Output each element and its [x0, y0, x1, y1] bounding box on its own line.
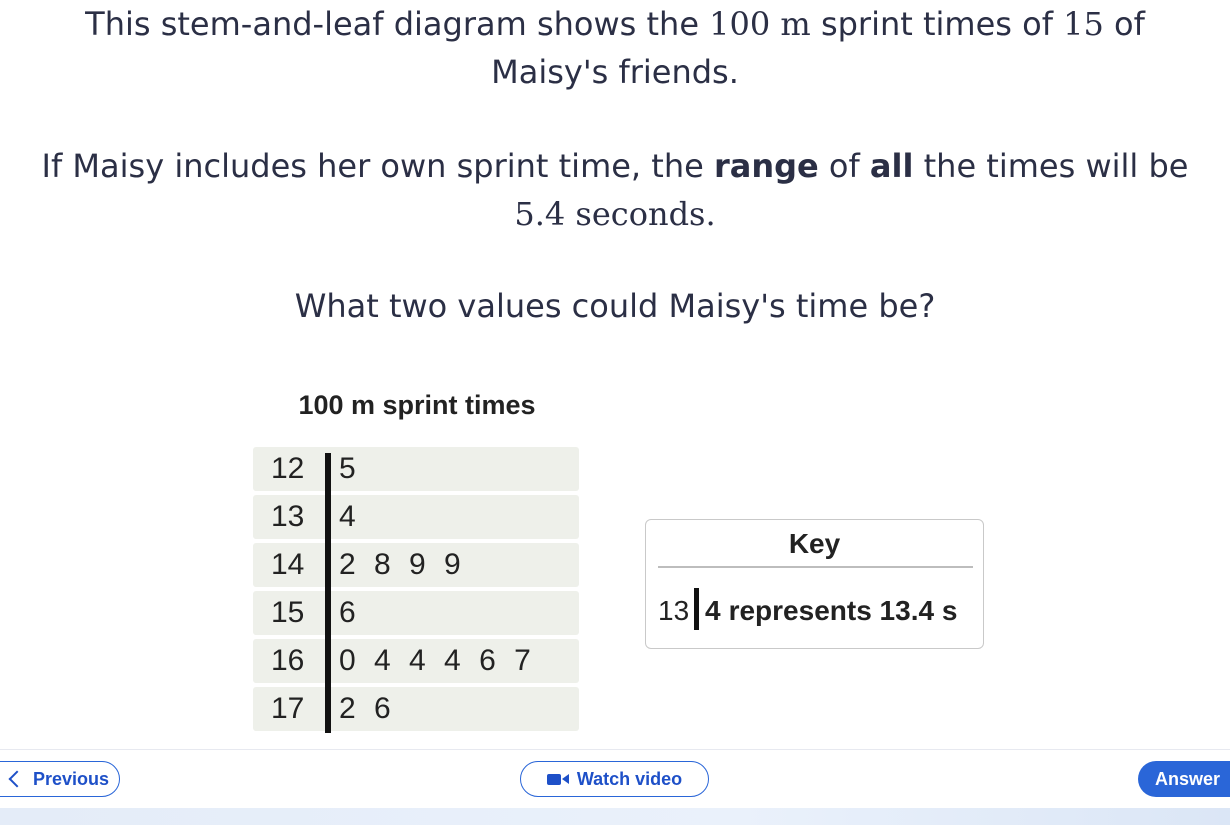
- question-text: of: [1103, 5, 1145, 43]
- answer-button[interactable]: Answer: [1138, 761, 1230, 797]
- question-paragraph-1: This stem-and-leaf diagram shows the 100…: [0, 0, 1230, 96]
- leaf-values: 2 6: [339, 692, 396, 725]
- stem-leaf-row: 13 4: [253, 495, 579, 539]
- key-text: represents 13.4 s: [728, 595, 958, 626]
- stem-value: 16: [271, 644, 305, 677]
- question-paragraph-3: What two values could Maisy's time be?: [294, 287, 936, 325]
- stem-leaf-row: 17 2 6: [253, 687, 579, 731]
- leaf-values: 2 8 9 9: [339, 548, 466, 581]
- watch-video-button[interactable]: Watch video: [520, 761, 709, 797]
- question-text: the times will be: [913, 147, 1189, 185]
- stem-leaf-title: 100 m sprint times: [298, 390, 536, 420]
- key-title: Key: [788, 528, 841, 559]
- stem-leaf-row: 16 0 4 4 4 6 7: [253, 639, 579, 683]
- question-text: This stem-and-leaf diagram shows the: [85, 5, 710, 43]
- math-distance: 100 m: [709, 5, 811, 43]
- key-bar: [694, 588, 699, 630]
- chevron-left-icon: [8, 770, 26, 788]
- key-example: 13 4 represents 13.4 s: [658, 588, 957, 630]
- previous-label: Previous: [32, 768, 110, 789]
- stem-leaf-divider: [325, 453, 331, 733]
- leaf-values: 0 4 4 4 6 7: [339, 644, 536, 677]
- stem-leaf-row: 14 2 8 9 9: [253, 543, 579, 587]
- footer-band: [0, 808, 1230, 825]
- question-paragraph-2: If Maisy includes her own sprint time, t…: [0, 142, 1230, 238]
- answer-label: Answer: [1155, 768, 1221, 789]
- stem-leaf-row: 12 5: [253, 447, 579, 491]
- key-divider: [658, 566, 973, 568]
- leaf-values: 5: [339, 452, 361, 485]
- stem-value: 14: [271, 548, 305, 581]
- math-count: 15: [1063, 5, 1104, 43]
- previous-button[interactable]: Previous: [0, 761, 120, 797]
- watch-video-label: Watch video: [576, 768, 683, 789]
- question-text: sprint times of: [810, 5, 1064, 43]
- key-box: Key 13 4 represents 13.4 s: [645, 519, 984, 649]
- key-stem: 13: [658, 595, 690, 626]
- question-text: of: [818, 147, 870, 185]
- stem-value: 13: [271, 500, 305, 533]
- bottom-divider: [0, 749, 1230, 750]
- stem-leaf-table: 12 5 13 4 14 2 8 9 9 15 6 16 0 4 4 4 6 7…: [253, 447, 579, 735]
- video-camera-icon: [546, 773, 569, 785]
- stem-value: 17: [271, 692, 305, 725]
- bold-range: range: [713, 147, 819, 185]
- bold-all: all: [869, 147, 914, 185]
- question-text: Maisy's friends.: [491, 53, 739, 91]
- stem-value: 12: [271, 452, 305, 485]
- leaf-values: 4: [339, 500, 361, 533]
- stem-leaf-row: 15 6: [253, 591, 579, 635]
- math-range-value: 5.4 seconds.: [514, 195, 716, 233]
- key-leaf: 4: [705, 595, 721, 626]
- leaf-values: 6: [339, 596, 361, 629]
- stem-value: 15: [271, 596, 305, 629]
- question-text: If Maisy includes her own sprint time, t…: [41, 147, 714, 185]
